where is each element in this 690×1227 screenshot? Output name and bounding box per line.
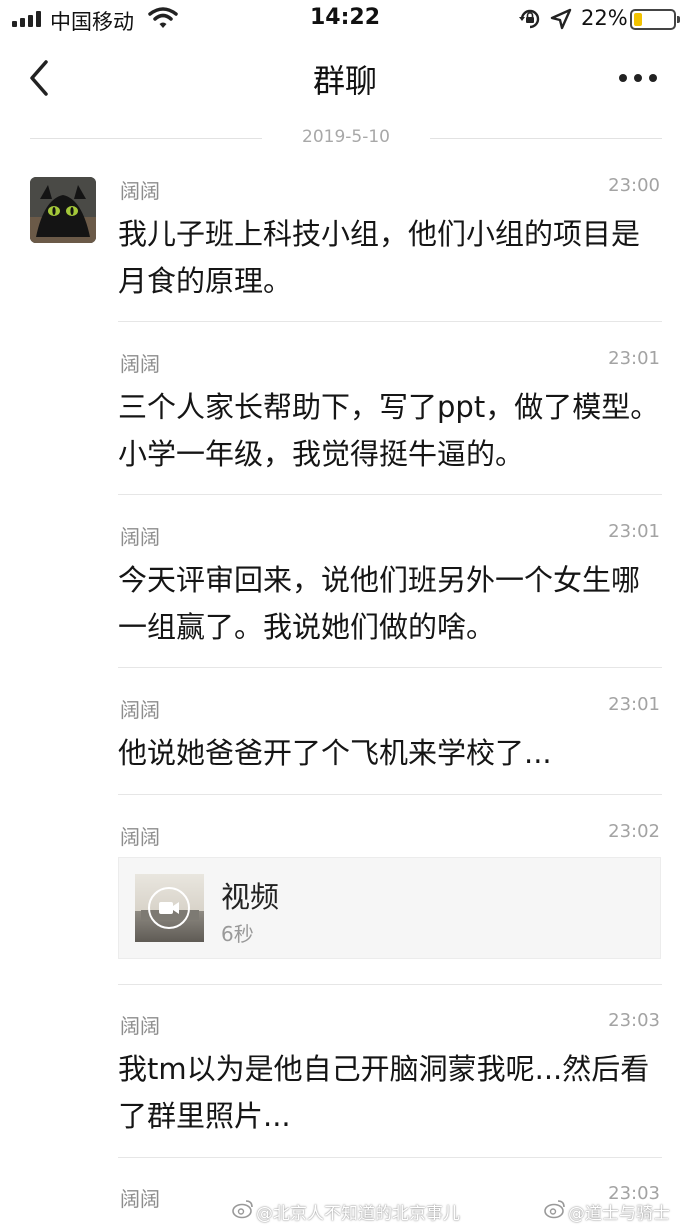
battery-percent: 22% — [581, 6, 628, 30]
weibo-logo-icon — [544, 1200, 565, 1219]
nav-bar: 群聊 — [0, 40, 690, 116]
video-duration: 6秒 — [221, 922, 254, 946]
sender-name: 阔阔 — [120, 179, 160, 203]
sender-name: 阔阔 — [120, 825, 160, 849]
message-time: 23:01 — [608, 694, 660, 715]
sender-name: 阔阔 — [120, 525, 160, 549]
message-time: 23:01 — [608, 521, 660, 542]
message-text[interactable]: 他说她爸爸开了个飞机来学校了... — [118, 730, 662, 777]
sender-name: 阔阔 — [120, 352, 160, 376]
video-thumbnail[interactable] — [135, 874, 204, 942]
page-title: 群聊 — [312, 62, 377, 100]
sender-name: 阔阔 — [120, 1014, 160, 1038]
message-text[interactable]: 我儿子班上科技小组，他们小组的项目是月食的原理。 — [118, 211, 662, 305]
message-divider — [118, 1157, 662, 1158]
more-icon[interactable] — [616, 66, 660, 90]
location-icon — [550, 8, 572, 30]
battery-level-fill — [634, 13, 643, 26]
weibo-logo-icon — [232, 1200, 253, 1219]
message-time: 23:03 — [608, 1010, 660, 1031]
message-divider — [118, 321, 662, 322]
sender-name: 阔阔 — [120, 1187, 160, 1211]
watermark: @北京人不知道的北京事儿 @道士与骑士 — [232, 1196, 690, 1226]
battery-icon — [630, 9, 680, 30]
chat-date: 2019-5-10 — [302, 127, 390, 147]
date-divider: 2019-5-10 — [30, 127, 662, 151]
avatar-dragon-image — [30, 177, 96, 243]
sender-name: 阔阔 — [120, 698, 160, 722]
video-message-card[interactable]: 视频 6秒 — [118, 857, 661, 959]
message-time: 23:02 — [608, 821, 660, 842]
message-divider — [118, 494, 662, 495]
watermark-right: @道士与骑士 — [568, 1204, 670, 1224]
message-time: 23:01 — [608, 348, 660, 369]
status-bar: 中国移动 14:22 22% — [0, 0, 690, 40]
message-text[interactable]: 今天评审回来，说他们班另外一个女生哪一组赢了。我说她们做的啥。 — [118, 557, 662, 651]
message-text[interactable]: 三个人家长帮助下，写了ppt，做了模型。小学一年级，我觉得挺牛逼的。 — [118, 384, 662, 478]
video-camera-icon — [148, 887, 190, 929]
video-title: 视频 — [221, 880, 280, 914]
message-text[interactable]: 我tm以为是他自己开脑洞蒙我呢...然后看了群里照片... — [118, 1046, 662, 1140]
message-time: 23:00 — [608, 175, 660, 196]
message-divider — [118, 984, 662, 985]
message-divider — [118, 667, 662, 668]
avatar[interactable] — [30, 177, 96, 243]
orientation-lock-icon — [519, 9, 540, 29]
message-divider — [118, 794, 662, 795]
watermark-left: @北京人不知道的北京事儿 — [256, 1204, 460, 1224]
